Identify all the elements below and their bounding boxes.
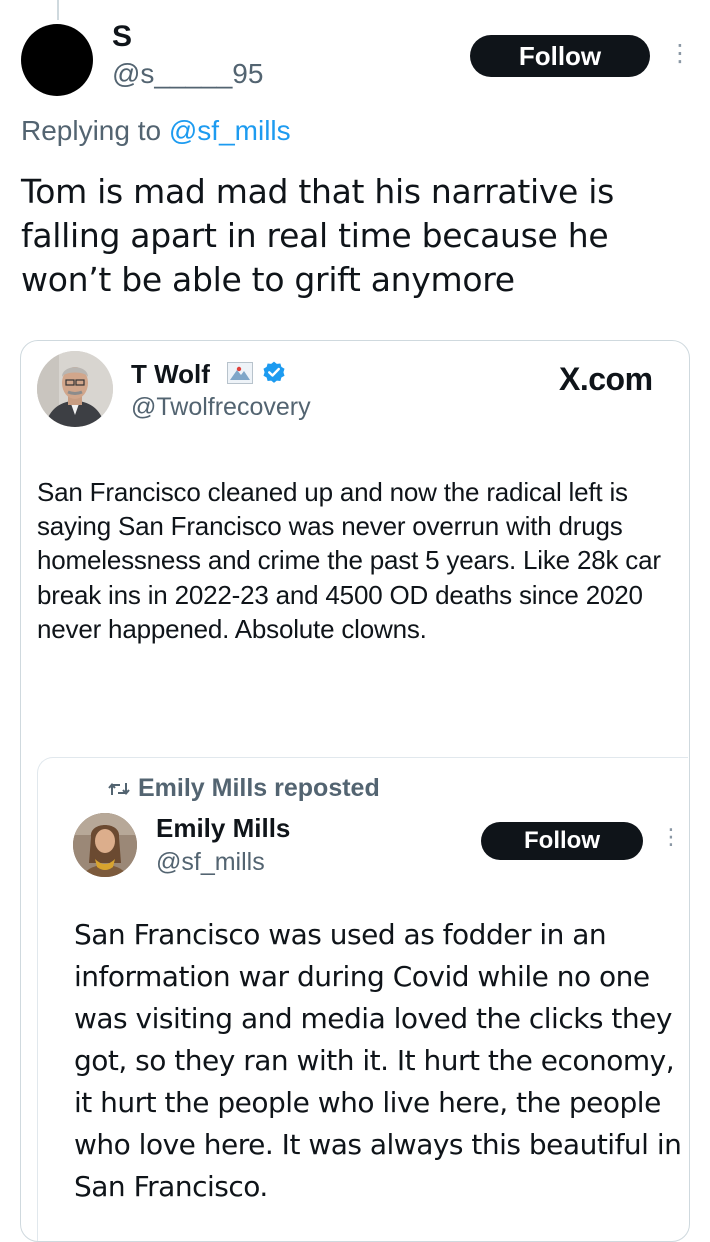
- tweet-text: Tom is mad mad that his narrative is fal…: [21, 172, 615, 299]
- author-name[interactable]: S: [112, 20, 132, 54]
- replying-to-label: Replying to: [21, 115, 162, 146]
- quoted-post-card[interactable]: T Wolf @Twolfrecovery X.com San Francisc…: [20, 340, 690, 1242]
- flag-emoji-icon: [227, 362, 253, 389]
- quoted-author-avatar[interactable]: [37, 351, 113, 427]
- kebab-menu-icon[interactable]: ⋮: [668, 42, 692, 66]
- avatar[interactable]: [21, 24, 93, 96]
- reply-mention-link[interactable]: @sf_mills: [169, 115, 291, 146]
- reposted-kebab-menu-icon[interactable]: ⋮: [660, 826, 682, 848]
- quoted-author-name[interactable]: T Wolf: [131, 359, 210, 390]
- reposted-post-text: San Francisco was used as fodder in an i…: [74, 918, 682, 1203]
- repost-icon: [108, 780, 130, 803]
- repost-label[interactable]: Emily Mills reposted: [138, 774, 380, 803]
- reposted-author-name[interactable]: Emily Mills: [156, 813, 290, 844]
- thread-connector-line: [57, 0, 59, 20]
- quoted-post-text: San Francisco cleaned up and now the rad…: [37, 477, 661, 644]
- quoted-author-handle[interactable]: @Twolfrecovery: [131, 393, 311, 422]
- reposted-post-card[interactable]: Emily Mills reposted Emily Mills @sf_mil…: [37, 757, 688, 1241]
- follow-emily-button[interactable]: Follow: [481, 822, 643, 860]
- reposted-author-avatar[interactable]: [73, 813, 137, 877]
- source-label: X.com: [559, 361, 653, 397]
- replying-to-line: Replying to @sf_mills: [21, 115, 291, 147]
- follow-button[interactable]: Follow: [470, 35, 650, 77]
- verified-badge-icon: [261, 360, 287, 391]
- reposted-author-handle[interactable]: @sf_mills: [156, 848, 265, 877]
- author-handle[interactable]: @s_____95: [112, 58, 263, 90]
